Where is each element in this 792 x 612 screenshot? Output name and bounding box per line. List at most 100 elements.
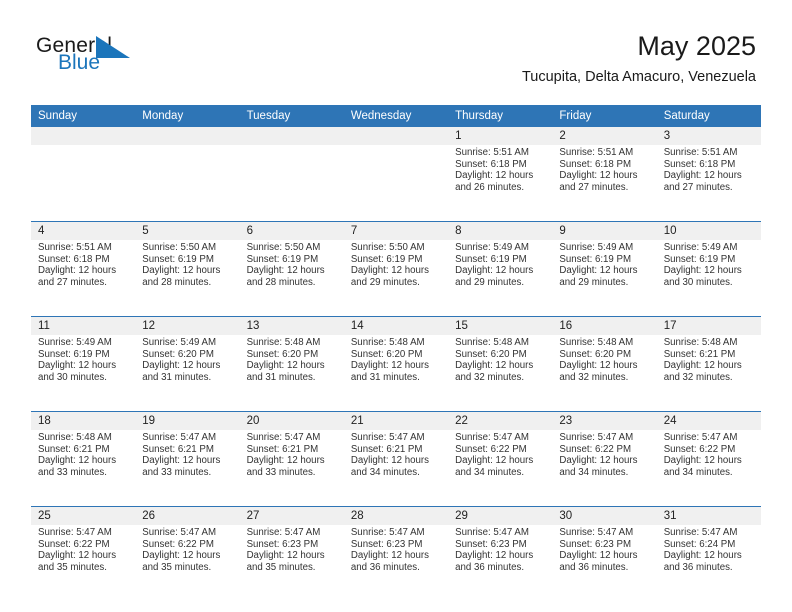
sunset-text: Sunset: 6:22 PM — [38, 538, 110, 550]
sunset-text: Sunset: 6:20 PM — [559, 348, 632, 360]
day-number[interactable]: 13 — [239, 316, 344, 335]
sunset-text: Sunset: 6:19 PM — [455, 253, 527, 265]
weekday-header-friday: Friday — [552, 105, 657, 127]
sunrise-text: Sunrise: 5:47 AM — [38, 527, 112, 538]
daylight-text-cont: and 34 minutes. — [350, 466, 420, 478]
weekday-header-thursday: Thursday — [448, 105, 553, 127]
daylight-text: Daylight: 12 hours — [663, 170, 742, 182]
day-number[interactable]: 15 — [448, 316, 553, 335]
daylight-text: Daylight: 12 hours — [663, 550, 742, 562]
sunrise-text: Sunrise: 5:48 AM — [350, 337, 425, 348]
sunrise-text: Sunrise: 5:47 AM — [350, 432, 425, 443]
sunrise-text: Sunrise: 5:48 AM — [663, 337, 738, 348]
daylight-text-cont: and 33 minutes. — [38, 466, 107, 478]
day-number[interactable]: 28 — [343, 506, 449, 525]
day-number[interactable]: 23 — [552, 411, 657, 430]
day-number[interactable]: 1 — [448, 127, 553, 145]
day-number[interactable]: 30 — [552, 506, 657, 525]
sunrise-text: Sunrise: 5:48 AM — [559, 337, 634, 348]
weekday-header-wednesday: Wednesday — [343, 105, 449, 127]
daylight-text-cont: and 28 minutes. — [246, 276, 316, 288]
weekday-header-saturday: Saturday — [656, 105, 761, 127]
daylight-text: Daylight: 12 hours — [38, 550, 117, 562]
sunrise-text: Sunrise: 5:47 AM — [350, 527, 425, 538]
sunrise-text: Sunrise: 5:47 AM — [455, 527, 529, 538]
day-number[interactable]: 6 — [239, 221, 344, 240]
daylight-text: Daylight: 12 hours — [455, 360, 534, 372]
day-number[interactable]: 8 — [448, 221, 553, 240]
sunrise-text: Sunrise: 5:47 AM — [559, 432, 634, 443]
calendar-week-row: 11 12 13 14 15 16 17 — [31, 316, 761, 335]
day-number[interactable]: 29 — [448, 506, 553, 525]
day-number[interactable]: 2 — [552, 127, 657, 145]
sunset-text: Sunset: 6:20 PM — [350, 348, 423, 360]
sunrise-text: Sunrise: 5:50 AM — [350, 242, 425, 253]
calendar-table: Sunday Monday Tuesday Wednesday Thursday… — [31, 105, 761, 601]
sunset-text: Sunset: 6:24 PM — [663, 538, 736, 550]
sunset-text: Sunset: 6:21 PM — [246, 443, 319, 455]
sunset-text: Sunset: 6:22 PM — [663, 443, 736, 455]
daylight-text: Daylight: 12 hours — [38, 360, 117, 372]
day-number[interactable]: 26 — [135, 506, 240, 525]
sunset-text: Sunset: 6:18 PM — [38, 253, 110, 265]
day-number[interactable]: 14 — [343, 316, 449, 335]
day-number[interactable]: 9 — [552, 221, 657, 240]
day-number[interactable]: 17 — [656, 316, 761, 335]
day-number[interactable]: 21 — [343, 411, 449, 430]
sunset-text: Sunset: 6:21 PM — [663, 348, 736, 360]
day-number[interactable] — [31, 127, 136, 145]
daylight-text: Daylight: 12 hours — [246, 360, 325, 372]
day-cell: Sunrise: 5:47 AM Sunset: 6:22 PM Dayligh… — [31, 525, 136, 601]
daylight-text-cont: and 36 minutes. — [559, 561, 629, 573]
day-number[interactable]: 12 — [135, 316, 240, 335]
day-number[interactable]: 4 — [31, 221, 136, 240]
sunrise-text: Sunrise: 5:47 AM — [142, 527, 217, 538]
day-number[interactable]: 10 — [656, 221, 761, 240]
daylight-text-cont: and 31 minutes. — [350, 371, 420, 383]
page-subtitle: Tucupita, Delta Amacuro, Venezuela — [521, 69, 756, 85]
day-cell — [239, 145, 344, 222]
sunrise-text: Sunrise: 5:49 AM — [559, 242, 634, 253]
calendar-week-row: 1 2 3 — [31, 127, 761, 145]
daylight-text-cont: and 32 minutes. — [559, 371, 629, 383]
daylight-text-cont: and 30 minutes. — [38, 371, 107, 383]
daylight-text: Daylight: 12 hours — [559, 170, 638, 182]
daylight-text: Daylight: 12 hours — [559, 360, 638, 372]
day-number[interactable]: 5 — [135, 221, 240, 240]
calendar-week-info-row: Sunrise: 5:49 AM Sunset: 6:19 PM Dayligh… — [31, 335, 761, 412]
day-number[interactable]: 25 — [31, 506, 136, 525]
sunrise-text: Sunrise: 5:49 AM — [38, 337, 112, 348]
sunset-text: Sunset: 6:19 PM — [663, 253, 736, 265]
day-number[interactable]: 24 — [656, 411, 761, 430]
sunset-text: Sunset: 6:21 PM — [142, 443, 214, 455]
day-cell — [343, 145, 449, 222]
calendar-body: 1 2 3 Sunrise: 5:51 AM Sunset: 6:18 PM D… — [31, 127, 761, 601]
day-number[interactable]: 3 — [656, 127, 761, 145]
day-number[interactable]: 16 — [552, 316, 657, 335]
day-cell: Sunrise: 5:47 AM Sunset: 6:22 PM Dayligh… — [448, 430, 553, 507]
day-number[interactable] — [135, 127, 240, 145]
day-number[interactable] — [343, 127, 449, 145]
day-number[interactable]: 20 — [239, 411, 344, 430]
day-number[interactable]: 7 — [343, 221, 449, 240]
day-number[interactable]: 18 — [31, 411, 136, 430]
calendar-week-row: 4 5 6 7 8 9 10 — [31, 221, 761, 240]
day-number[interactable]: 27 — [239, 506, 344, 525]
day-number[interactable]: 11 — [31, 316, 136, 335]
daylight-text-cont: and 29 minutes. — [350, 276, 420, 288]
daylight-text: Daylight: 12 hours — [38, 455, 117, 467]
day-cell: Sunrise: 5:51 AM Sunset: 6:18 PM Dayligh… — [31, 240, 136, 317]
sunset-text: Sunset: 6:23 PM — [350, 538, 423, 550]
sunset-text: Sunset: 6:23 PM — [455, 538, 527, 550]
day-cell: Sunrise: 5:47 AM Sunset: 6:24 PM Dayligh… — [656, 525, 761, 601]
daylight-text: Daylight: 12 hours — [350, 360, 429, 372]
day-cell: Sunrise: 5:47 AM Sunset: 6:23 PM Dayligh… — [343, 525, 449, 601]
day-number[interactable]: 19 — [135, 411, 240, 430]
day-cell: Sunrise: 5:50 AM Sunset: 6:19 PM Dayligh… — [135, 240, 240, 317]
sunset-text: Sunset: 6:19 PM — [350, 253, 423, 265]
brand-logo[interactable]: General Blue — [36, 34, 236, 86]
day-number[interactable]: 31 — [656, 506, 761, 525]
sunrise-text: Sunrise: 5:48 AM — [38, 432, 112, 443]
day-number[interactable]: 22 — [448, 411, 553, 430]
day-number[interactable] — [239, 127, 344, 145]
